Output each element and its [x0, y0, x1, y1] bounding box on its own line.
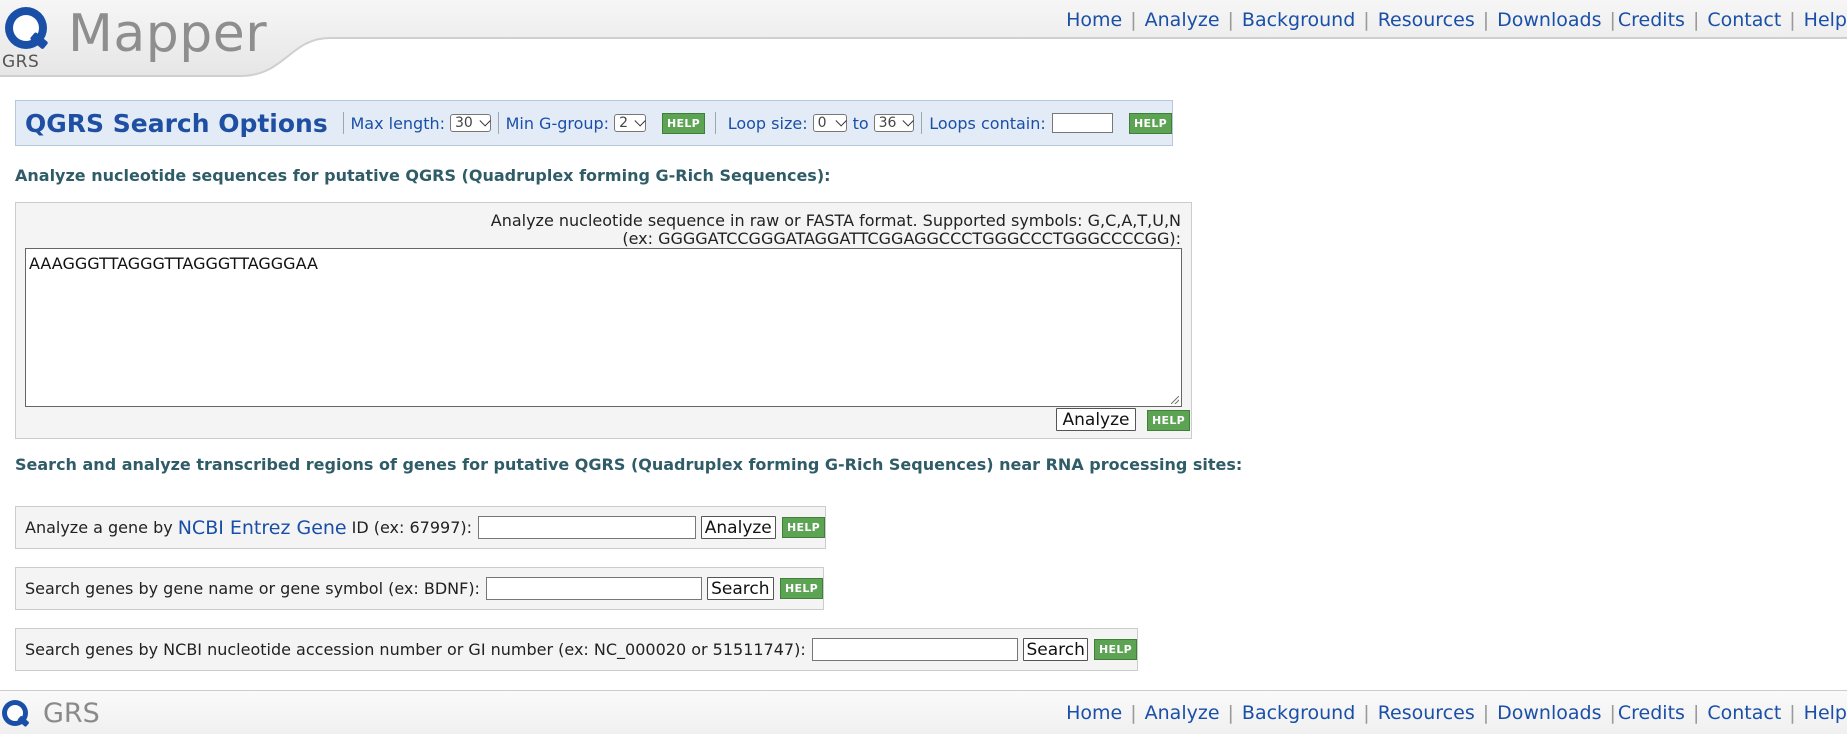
divider: [342, 112, 344, 134]
analyze-heading: Analyze nucleotide sequences for putativ…: [15, 166, 831, 185]
entrez-help-button[interactable]: HELP: [782, 517, 825, 538]
nav-home[interactable]: Home: [1066, 9, 1122, 31]
nav-analyze[interactable]: Analyze: [1145, 9, 1220, 31]
sequence-textarea[interactable]: AAAGGGTTAGGGTTAGGGTTAGGGAA: [25, 248, 1182, 407]
nav-credits[interactable]: Credits: [1618, 9, 1685, 31]
loop-to-label: to: [852, 113, 869, 133]
loop-size-label: Loop size:: [727, 113, 808, 133]
top-nav: Home | Analyze | Background | Resources | Downlo…: [1066, 9, 1847, 31]
chevron-down-icon: [634, 115, 646, 127]
ncbi-entrez-gene-link[interactable]: NCBI Entrez Gene: [178, 517, 347, 539]
resize-handle-icon[interactable]: [1171, 396, 1179, 404]
grs-footer-logo-icon[interactable]: [0, 698, 32, 730]
ggroup-help-button[interactable]: HELP: [662, 112, 705, 134]
footer-nav: Home | Analyze | Background | Resources | Downlo…: [1066, 702, 1847, 724]
nav-background[interactable]: Background: [1242, 9, 1355, 31]
gene-name-panel: Search genes by gene name or gene symbol…: [15, 567, 824, 610]
chevron-down-icon: [479, 115, 491, 127]
footer: GRS Home | Analyze | Background | Resources | Do…: [0, 690, 1847, 734]
footer-nav-credits[interactable]: Credits: [1618, 702, 1685, 724]
sequence-value: AAAGGGTTAGGGTTAGGGTTAGGGAA: [29, 254, 318, 273]
loop-max-select[interactable]: 36: [873, 114, 915, 132]
entrez-gene-panel: Analyze a gene by NCBI Entrez Gene ID (e…: [15, 506, 826, 549]
footer-logo-text: GRS: [43, 698, 100, 729]
entrez-prefix: Analyze a gene by: [25, 518, 173, 537]
footer-nav-help[interactable]: Help: [1804, 702, 1847, 724]
search-options-bar: QGRS Search Options Max length: 30 Min G…: [15, 100, 1173, 146]
loops-contain-label: Loops contain:: [929, 113, 1046, 133]
nav-downloads[interactable]: Downloads: [1497, 9, 1601, 31]
entrez-analyze-button[interactable]: Analyze: [700, 516, 776, 539]
footer-nav-contact[interactable]: Contact: [1707, 702, 1781, 724]
footer-nav-analyze[interactable]: Analyze: [1145, 702, 1220, 724]
gene-name-search-button[interactable]: Search: [706, 577, 774, 600]
analyze-sequence-button[interactable]: Analyze: [1056, 408, 1136, 431]
footer-nav-home[interactable]: Home: [1066, 702, 1122, 724]
app-name: Mapper: [68, 4, 268, 64]
format-hint: Analyze nucleotide sequence in raw or FA…: [490, 211, 1181, 248]
loops-contain-input[interactable]: [1051, 113, 1114, 133]
header: GRS Mapper Home | Analyze | Background | Resou…: [0, 0, 1847, 82]
footer-nav-background[interactable]: Background: [1242, 702, 1355, 724]
accession-search-button[interactable]: Search: [1023, 638, 1088, 661]
entrez-suffix: ID (ex: 67997):: [351, 518, 473, 537]
gene-name-label: Search genes by gene name or gene symbol…: [25, 579, 480, 598]
divider: [715, 112, 716, 134]
analyze-sequence-panel: Analyze nucleotide sequence in raw or FA…: [15, 202, 1192, 439]
chevron-down-icon: [902, 115, 915, 127]
accession-help-button[interactable]: HELP: [1094, 639, 1137, 660]
loop-min-select[interactable]: 0: [812, 114, 847, 132]
footer-nav-resources[interactable]: Resources: [1378, 702, 1475, 724]
loops-help-button[interactable]: HELP: [1129, 112, 1173, 134]
genes-heading: Search and analyze transcribed regions o…: [15, 455, 1243, 474]
min-ggroup-label: Min G-group:: [505, 113, 610, 133]
analyze-help-button[interactable]: HELP: [1147, 410, 1190, 431]
accession-label: Search genes by NCBI nucleotide accessio…: [25, 640, 806, 659]
logo-text: GRS: [2, 52, 40, 72]
nav-contact[interactable]: Contact: [1707, 9, 1781, 31]
options-title: QGRS Search Options: [25, 108, 328, 138]
max-length-select[interactable]: 30: [450, 114, 491, 132]
divider: [921, 112, 923, 134]
accession-input[interactable]: [811, 638, 1019, 661]
gene-name-input[interactable]: [485, 577, 702, 600]
divider: [497, 112, 499, 134]
accession-panel: Search genes by NCBI nucleotide accessio…: [15, 628, 1138, 671]
nav-help[interactable]: Help: [1804, 9, 1847, 31]
chevron-down-icon: [835, 115, 847, 127]
gene-name-help-button[interactable]: HELP: [780, 578, 823, 599]
nav-resources[interactable]: Resources: [1378, 9, 1475, 31]
footer-nav-downloads[interactable]: Downloads: [1497, 702, 1601, 724]
min-ggroup-select[interactable]: 2: [614, 114, 646, 132]
entrez-id-input[interactable]: [478, 516, 696, 539]
max-length-label: Max length:: [350, 113, 446, 133]
